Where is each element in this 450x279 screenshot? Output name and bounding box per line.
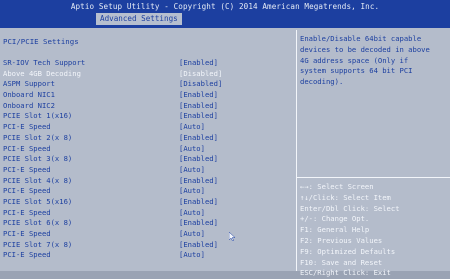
setting-value[interactable]: [Enabled]	[179, 154, 218, 165]
setting-label: PCIE Slot 6(x 8)	[3, 218, 73, 228]
setting-value[interactable]: [Auto]	[179, 122, 205, 133]
settings-list: SR-IOV Tech Support [Enabled] Above 4GB D…	[3, 58, 293, 261]
setting-value[interactable]: [Enabled]	[179, 58, 218, 69]
setting-label: PCIE Slot 2(x 8)	[3, 132, 73, 142]
setting-value[interactable]: [Auto]	[179, 165, 205, 176]
setting-label: PCI-E Speed	[3, 143, 51, 153]
setting-pcie-speed-3[interactable]: PCI-E Speed [Auto]	[3, 165, 293, 176]
setting-value[interactable]: [Disabled]	[179, 79, 222, 90]
help-line: system supports 64 bit PCI	[300, 66, 413, 76]
setting-label: PCIE Slot 4(x 8)	[3, 175, 73, 185]
setting-label: SR-IOV Tech Support	[3, 58, 86, 67]
key-hint: F2: Previous Values	[300, 235, 383, 245]
setting-label: Above 4GB Decoding	[3, 68, 81, 78]
setting-value[interactable]: [Auto]	[179, 208, 205, 219]
key-hint: F1: General Help	[300, 225, 370, 235]
key-legend: ←→: Select Screen ↑↓/Click: Select Item …	[300, 182, 448, 279]
mouse-pointer-icon	[229, 232, 235, 241]
setting-above-4gb-decoding[interactable]: Above 4GB Decoding [Disabled]	[3, 69, 293, 80]
help-line: decoding).	[300, 77, 344, 87]
help-line: Enable/Disable 64bit capable	[300, 34, 422, 43]
help-line: 4G address space (Only if	[300, 55, 409, 65]
setting-value[interactable]: [Enabled]	[179, 197, 218, 208]
setting-label: PCIE Slot 7(x 8)	[3, 239, 73, 249]
setting-pcie-speed-1[interactable]: PCI-E Speed [Auto]	[3, 122, 293, 133]
setting-label: ASPM Support	[3, 79, 55, 89]
setting-label: PCI-E Speed	[3, 164, 51, 174]
setting-sriov[interactable]: SR-IOV Tech Support [Enabled]	[3, 58, 293, 69]
setting-label: PCI-E Speed	[3, 229, 51, 238]
key-hint: ←→: Select Screen	[300, 182, 374, 191]
setting-pcie-slot-1[interactable]: PCIE Slot 1(x16) [Enabled]	[3, 111, 293, 122]
setting-value[interactable]: [Auto]	[179, 229, 205, 240]
setting-value[interactable]: [Enabled]	[179, 218, 218, 229]
setting-pcie-slot-7[interactable]: PCIE Slot 7(x 8) [Enabled]	[3, 240, 293, 251]
title-bar: Aptio Setup Utility - Copyright (C) 2014…	[0, 0, 450, 28]
setting-aspm[interactable]: ASPM Support [Disabled]	[3, 79, 293, 90]
setting-value[interactable]: [Enabled]	[179, 101, 218, 112]
section-title: PCI/PCIE Settings	[3, 37, 79, 46]
help-divider	[297, 177, 450, 178]
setting-pcie-speed-2[interactable]: PCI-E Speed [Auto]	[3, 144, 293, 155]
setting-label: PCI-E Speed	[3, 207, 51, 217]
setting-value[interactable]: [Enabled]	[179, 111, 218, 122]
setting-label: Onboard NIC1	[3, 90, 55, 100]
setting-value[interactable]: [Enabled]	[179, 90, 218, 101]
setting-value[interactable]: [Auto]	[179, 144, 205, 155]
setting-pcie-speed-6[interactable]: PCI-E Speed [Auto]	[3, 229, 293, 240]
key-hint: F9: Optimized Defaults	[300, 246, 396, 256]
setting-label: PCIE Slot 5(x16)	[3, 196, 73, 206]
setting-onboard-nic2[interactable]: Onboard NIC2 [Enabled]	[3, 101, 293, 112]
setting-onboard-nic1[interactable]: Onboard NIC1 [Enabled]	[3, 90, 293, 101]
setting-label: PCI-E Speed	[3, 186, 51, 196]
setting-pcie-speed-4[interactable]: PCI-E Speed [Auto]	[3, 186, 293, 197]
key-hint: Enter/Dbl Click: Select	[300, 203, 400, 213]
setting-label: Onboard NIC2	[3, 100, 55, 110]
setting-label: PCI-E Speed	[3, 250, 51, 260]
key-hint: ↑↓/Click: Select Item	[300, 192, 391, 202]
setting-label: PCIE Slot 3(x 8)	[3, 154, 73, 164]
setting-value[interactable]: [Enabled]	[179, 133, 218, 144]
help-line: devices to be decoded in above	[300, 44, 430, 54]
key-hint: +/-: Change Opt.	[300, 214, 370, 224]
setting-pcie-slot-2[interactable]: PCIE Slot 2(x 8) [Enabled]	[3, 133, 293, 144]
help-text: Enable/Disable 64bit capable devices to …	[300, 34, 448, 88]
tab-advanced-settings[interactable]: Advanced Settings	[96, 13, 182, 25]
setting-label: PCI-E Speed	[3, 122, 51, 132]
setting-value[interactable]: [Auto]	[179, 250, 205, 261]
setting-pcie-slot-3[interactable]: PCIE Slot 3(x 8) [Enabled]	[3, 154, 293, 165]
setting-value[interactable]: [Enabled]	[179, 176, 218, 187]
setting-pcie-slot-5[interactable]: PCIE Slot 5(x16) [Enabled]	[3, 197, 293, 208]
setting-value[interactable]: [Auto]	[179, 186, 205, 197]
setting-value[interactable]: [Enabled]	[179, 240, 218, 251]
setting-value[interactable]: [Disabled]	[179, 69, 222, 80]
setting-label: PCIE Slot 1(x16)	[3, 111, 73, 121]
setting-pcie-slot-6[interactable]: PCIE Slot 6(x 8) [Enabled]	[3, 218, 293, 229]
setting-pcie-speed-7[interactable]: PCI-E Speed [Auto]	[3, 250, 293, 261]
setting-pcie-slot-4[interactable]: PCIE Slot 4(x 8) [Enabled]	[3, 176, 293, 187]
key-hint: F10: Save and Reset	[300, 257, 383, 267]
app-title: Aptio Setup Utility - Copyright (C) 2014…	[70, 2, 380, 11]
key-hint: ESC/Right Click: Exit	[300, 268, 391, 278]
setting-pcie-speed-5[interactable]: PCI-E Speed [Auto]	[3, 208, 293, 219]
